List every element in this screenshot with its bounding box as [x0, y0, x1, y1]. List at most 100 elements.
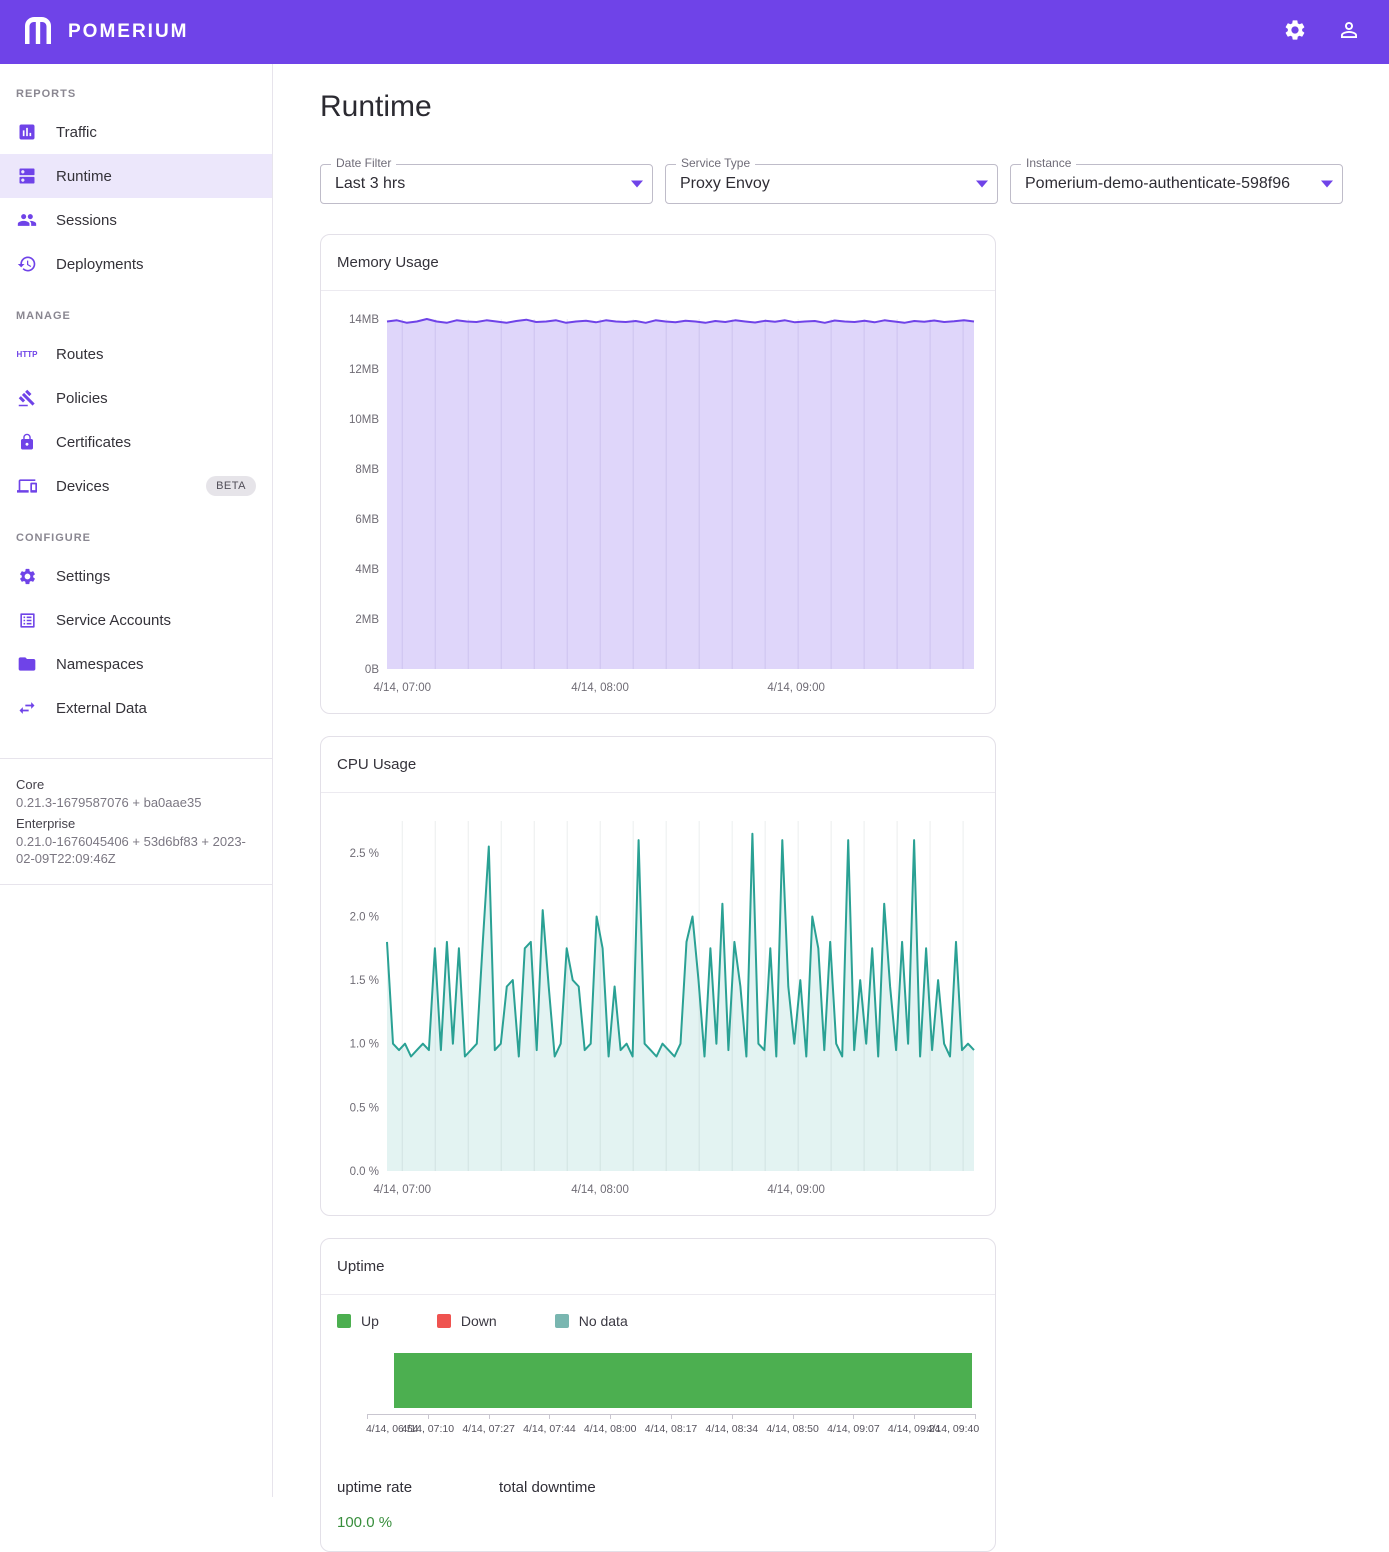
- uptime-axis-label: 4/14, 07:10: [402, 1423, 455, 1435]
- brand[interactable]: POMERIUM: [20, 14, 189, 51]
- date-filter-value: Last 3 hrs: [335, 175, 405, 193]
- sidebar-item-external-data[interactable]: External Data: [0, 686, 272, 730]
- legend-item-up: Up: [337, 1313, 379, 1329]
- uptime-axis-label: 4/14, 07:44: [523, 1423, 576, 1435]
- uptime-axis-label: 4/14, 09:07: [827, 1423, 880, 1435]
- gear-icon: [16, 565, 38, 587]
- svg-text:4/14, 08:00: 4/14, 08:00: [571, 1184, 629, 1196]
- bar-chart-icon: [16, 121, 38, 143]
- memory-usage-chart: 0B2MB4MB6MB8MB10MB12MB14MB4/14, 07:004/1…: [331, 307, 986, 699]
- page-title: Runtime: [320, 90, 1389, 124]
- settings-gear-button[interactable]: [1275, 12, 1315, 52]
- lock-icon: [16, 431, 38, 453]
- enterprise-version-value: 0.21.0-1676045406 + 53d6bf83 + 2023-02-0…: [16, 833, 256, 868]
- sidebar-item-label: External Data: [56, 700, 147, 717]
- uptime-axis-label: 4/14, 08:17: [645, 1423, 698, 1435]
- sidebar-item-label: Runtime: [56, 168, 112, 185]
- uptime-card: Uptime Up Down No data 4/14, 06:544/14, …: [320, 1238, 996, 1552]
- service-type-select[interactable]: Service Type Proxy Envoy: [665, 164, 998, 204]
- uptime-axis-tick: [793, 1414, 794, 1419]
- svg-text:4MB: 4MB: [355, 564, 379, 576]
- svg-text:10MB: 10MB: [349, 414, 379, 426]
- uptime-rate-label: uptime rate: [337, 1479, 499, 1496]
- chevron-down-icon: [1321, 181, 1333, 188]
- svg-text:6MB: 6MB: [355, 514, 379, 526]
- svg-text:0.0 %: 0.0 %: [350, 1166, 379, 1178]
- svg-text:4/14, 07:00: 4/14, 07:00: [373, 1184, 431, 1196]
- uptime-axis-tick: [610, 1414, 611, 1419]
- uptime-bar-segment: [394, 1353, 972, 1408]
- service-type-value: Proxy Envoy: [680, 175, 770, 193]
- section-configure: CONFIGURE: [0, 508, 272, 554]
- sidebar-item-traffic[interactable]: Traffic: [0, 110, 272, 154]
- beta-badge: BETA: [206, 476, 256, 496]
- svg-text:12MB: 12MB: [349, 364, 379, 376]
- section-manage: MANAGE: [0, 286, 272, 332]
- cpu-usage-card: CPU Usage 0.0 %0.5 %1.0 %1.5 %2.0 %2.5 %…: [320, 736, 996, 1216]
- date-filter-select[interactable]: Date Filter Last 3 hrs: [320, 164, 653, 204]
- memory-usage-title: Memory Usage: [321, 235, 995, 291]
- uptime-axis-tick: [489, 1414, 490, 1419]
- folder-icon: [16, 653, 38, 675]
- uptime-axis-tick: [367, 1414, 368, 1419]
- uptime-axis-label: 4/14, 09:40: [927, 1423, 980, 1435]
- down-swatch: [437, 1314, 451, 1328]
- service-type-label: Service Type: [676, 156, 755, 170]
- uptime-axis-tick: [428, 1414, 429, 1419]
- legend-label-nodata: No data: [579, 1313, 628, 1329]
- version-info: Core 0.21.3-1679587076 + ba0aae35 Enterp…: [0, 758, 272, 885]
- uptime-stats: uptime rate 100.0 % total downtime: [337, 1479, 979, 1531]
- sidebar-item-service-accounts[interactable]: Service Accounts: [0, 598, 272, 642]
- sidebar-item-label: Sessions: [56, 212, 117, 229]
- sidebar-item-settings[interactable]: Settings: [0, 554, 272, 598]
- sidebar-item-namespaces[interactable]: Namespaces: [0, 642, 272, 686]
- sidebar-item-label: Deployments: [56, 256, 144, 273]
- enterprise-version-label: Enterprise: [16, 816, 256, 831]
- uptime-axis-label: 4/14, 08:34: [706, 1423, 759, 1435]
- svg-text:1.0 %: 1.0 %: [350, 1039, 379, 1051]
- brand-name: POMERIUM: [68, 21, 189, 43]
- sidebar-item-routes[interactable]: HTTP Routes: [0, 332, 272, 376]
- sidebar-item-label: Traffic: [56, 124, 97, 141]
- uptime-axis-tick: [914, 1414, 915, 1419]
- uptime-title: Uptime: [321, 1239, 995, 1295]
- legend-label-up: Up: [361, 1313, 379, 1329]
- memory-usage-card: Memory Usage 0B2MB4MB6MB8MB10MB12MB14MB4…: [320, 234, 996, 714]
- sidebar-item-certificates[interactable]: Certificates: [0, 420, 272, 464]
- sync-icon: [16, 697, 38, 719]
- svg-text:4/14, 09:00: 4/14, 09:00: [767, 682, 825, 694]
- instance-select[interactable]: Instance Pomerium-demo-authenticate-598f…: [1010, 164, 1343, 204]
- sidebar-item-sessions[interactable]: Sessions: [0, 198, 272, 242]
- people-icon: [16, 209, 38, 231]
- gear-icon: [1283, 18, 1307, 47]
- section-reports: REPORTS: [0, 64, 272, 110]
- devices-icon: [16, 475, 38, 497]
- legend-item-nodata: No data: [555, 1313, 628, 1329]
- main-content: Runtime Date Filter Last 3 hrs Service T…: [273, 64, 1389, 1497]
- uptime-axis-tick: [671, 1414, 672, 1419]
- up-swatch: [337, 1314, 351, 1328]
- sidebar-item-label: Policies: [56, 390, 108, 407]
- sidebar-item-deployments[interactable]: Deployments: [0, 242, 272, 286]
- chevron-down-icon: [976, 181, 988, 188]
- cpu-usage-chart: 0.0 %0.5 %1.0 %1.5 %2.0 %2.5 %4/14, 07:0…: [331, 809, 986, 1201]
- uptime-axis-label: 4/14, 08:00: [584, 1423, 637, 1435]
- svg-text:2.5 %: 2.5 %: [350, 848, 379, 860]
- uptime-axis-tick: [549, 1414, 550, 1419]
- nodata-swatch: [555, 1314, 569, 1328]
- uptime-axis-label: 4/14, 07:27: [462, 1423, 515, 1435]
- sidebar-item-policies[interactable]: Policies: [0, 376, 272, 420]
- sidebar-item-runtime[interactable]: Runtime: [0, 154, 272, 198]
- svg-text:1.5 %: 1.5 %: [350, 975, 379, 987]
- sidebar: REPORTS Traffic Runtime Sessions Deploym…: [0, 64, 273, 1497]
- sidebar-item-label: Routes: [56, 346, 104, 363]
- sidebar-item-devices[interactable]: Devices BETA: [0, 464, 272, 508]
- svg-text:4/14, 08:00: 4/14, 08:00: [571, 682, 629, 694]
- legend-label-down: Down: [461, 1313, 497, 1329]
- uptime-rate-value: 100.0 %: [337, 1514, 499, 1531]
- svg-text:4/14, 09:00: 4/14, 09:00: [767, 1184, 825, 1196]
- pomerium-logo-icon: [20, 14, 56, 51]
- sidebar-item-label: Settings: [56, 568, 110, 585]
- account-button[interactable]: [1329, 12, 1369, 52]
- svg-text:0.5 %: 0.5 %: [350, 1102, 379, 1114]
